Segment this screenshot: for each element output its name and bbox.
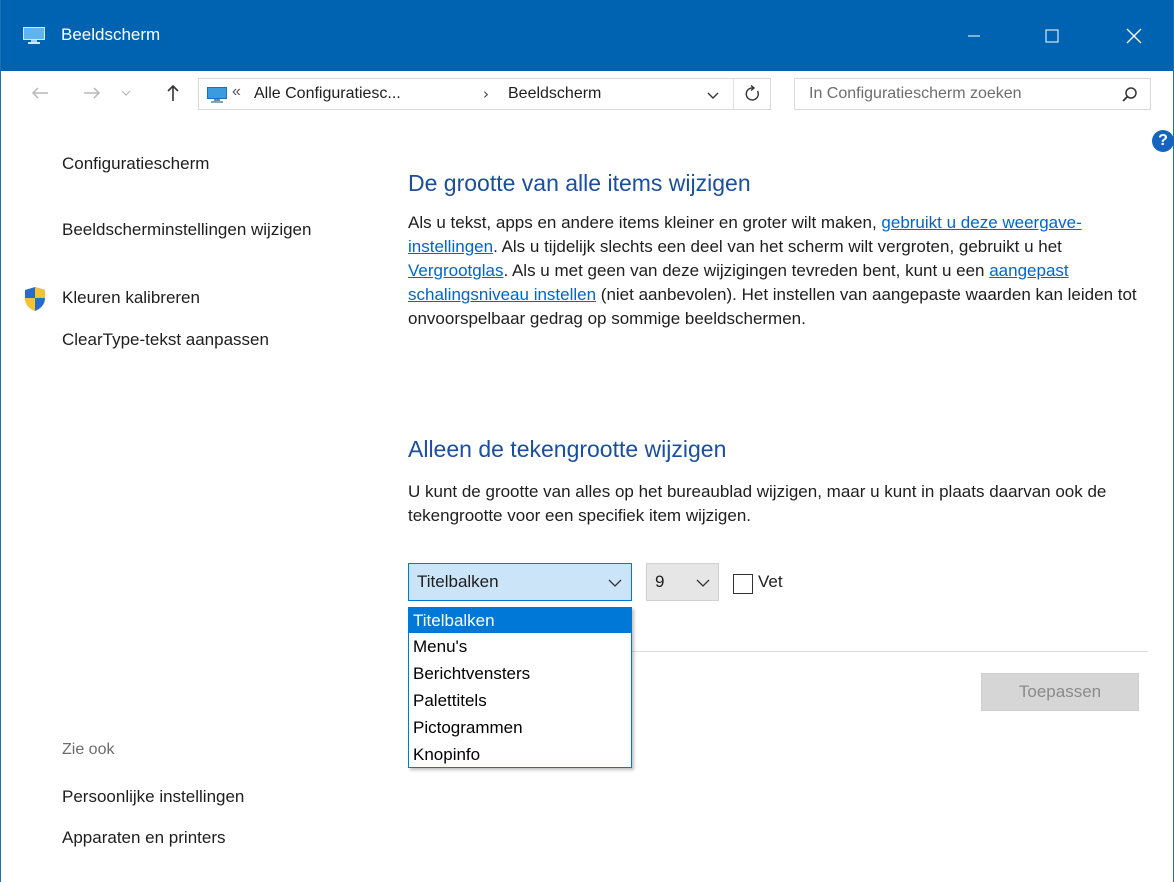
- arrow-right-icon: [84, 87, 101, 99]
- font-size-value: 9: [655, 572, 665, 591]
- monitor-icon: [207, 87, 227, 103]
- back-button[interactable]: [27, 79, 53, 107]
- help-icon[interactable]: ?: [1152, 130, 1174, 152]
- window-title: Beeldscherm: [61, 25, 161, 44]
- chevron-down-icon: [707, 92, 719, 99]
- address-bar[interactable]: « Alle Configuratiesc... › Beeldscherm: [198, 78, 771, 110]
- dropdown-option[interactable]: Knopinfo: [409, 742, 631, 767]
- navigation-bar: « Alle Configuratiesc... › Beeldscherm I…: [1, 71, 1173, 116]
- shield-icon: [25, 287, 45, 311]
- minimize-button[interactable]: [945, 0, 1003, 71]
- sidebar-item-calibrate-colors[interactable]: Kleuren kalibreren: [62, 286, 200, 310]
- breadcrumb-all-control-panel[interactable]: Alle Configuratiesc...: [254, 85, 401, 103]
- forward-button[interactable]: [79, 79, 105, 107]
- dropdown-option[interactable]: Menu's: [409, 634, 631, 659]
- apply-button[interactable]: Toepassen: [981, 673, 1139, 711]
- chevron-down-icon: [121, 90, 131, 96]
- dropdown-option[interactable]: Titelbalken: [409, 608, 631, 633]
- item-select-dropdown: Titelbalken Menu's Berichtvensters Palet…: [408, 607, 632, 768]
- address-dropdown-button[interactable]: [703, 85, 723, 105]
- control-panel-window: Beeldscherm « Alle Configuratiesc... › B…: [0, 0, 1174, 882]
- see-also-personalization[interactable]: Persoonlijke instellingen: [62, 785, 244, 809]
- dropdown-option[interactable]: Palettitels: [409, 688, 631, 713]
- arrow-up-icon: [167, 84, 179, 101]
- magnifier-link[interactable]: Vergrootglas: [408, 261, 503, 280]
- address-overflow[interactable]: «: [232, 83, 241, 101]
- sidebar-item-cleartype[interactable]: ClearType-tekst aanpassen: [62, 328, 269, 352]
- search-input[interactable]: In Configuratiescherm zoeken: [809, 85, 1022, 103]
- section-description-text-size: U kunt de grootte van alles op het burea…: [408, 482, 1107, 525]
- refresh-button[interactable]: [733, 79, 771, 109]
- section-heading-text-size: Alleen de tekengrootte wijzigen: [408, 436, 727, 462]
- search-box[interactable]: In Configuratiescherm zoeken: [794, 78, 1151, 110]
- see-also-heading: Zie ook: [62, 741, 115, 758]
- section-heading-all-items: De grootte van alle items wijzigen: [408, 170, 751, 196]
- recent-locations-button[interactable]: [119, 79, 133, 107]
- maximize-icon: [1045, 29, 1059, 42]
- maximize-button[interactable]: [1023, 0, 1081, 71]
- close-button[interactable]: [1105, 0, 1163, 71]
- close-icon: [1126, 28, 1142, 43]
- chevron-down-icon: [696, 579, 710, 587]
- section-description-all-items: Als u tekst, apps en andere items kleine…: [408, 213, 1137, 328]
- title-bar: Beeldscherm: [1, 0, 1173, 71]
- dropdown-option[interactable]: Berichtvensters: [409, 661, 631, 686]
- item-select-value: Titelbalken: [417, 572, 499, 591]
- search-icon[interactable]: [1121, 86, 1139, 104]
- arrow-left-icon: [31, 87, 48, 99]
- monitor-icon: [23, 27, 45, 44]
- font-size-select[interactable]: 9: [646, 563, 719, 601]
- bold-checkbox[interactable]: [733, 574, 753, 594]
- minimize-icon: [968, 35, 980, 36]
- dropdown-option[interactable]: Pictogrammen: [409, 715, 631, 740]
- refresh-icon: [745, 85, 759, 101]
- sidebar-item-control-panel[interactable]: Configuratiescherm: [62, 152, 209, 176]
- chevron-down-icon: [608, 579, 622, 587]
- up-button[interactable]: [161, 79, 185, 107]
- item-select[interactable]: Titelbalken: [408, 563, 632, 601]
- breadcrumb-separator[interactable]: ›: [483, 85, 489, 103]
- bold-checkbox-label[interactable]: Vet: [758, 572, 783, 592]
- see-also-devices-printers[interactable]: Apparaten en printers: [62, 826, 226, 850]
- breadcrumb-display[interactable]: Beeldscherm: [508, 85, 601, 103]
- sidebar-item-display-settings[interactable]: Beeldscherminstellingen wijzigen: [62, 218, 322, 242]
